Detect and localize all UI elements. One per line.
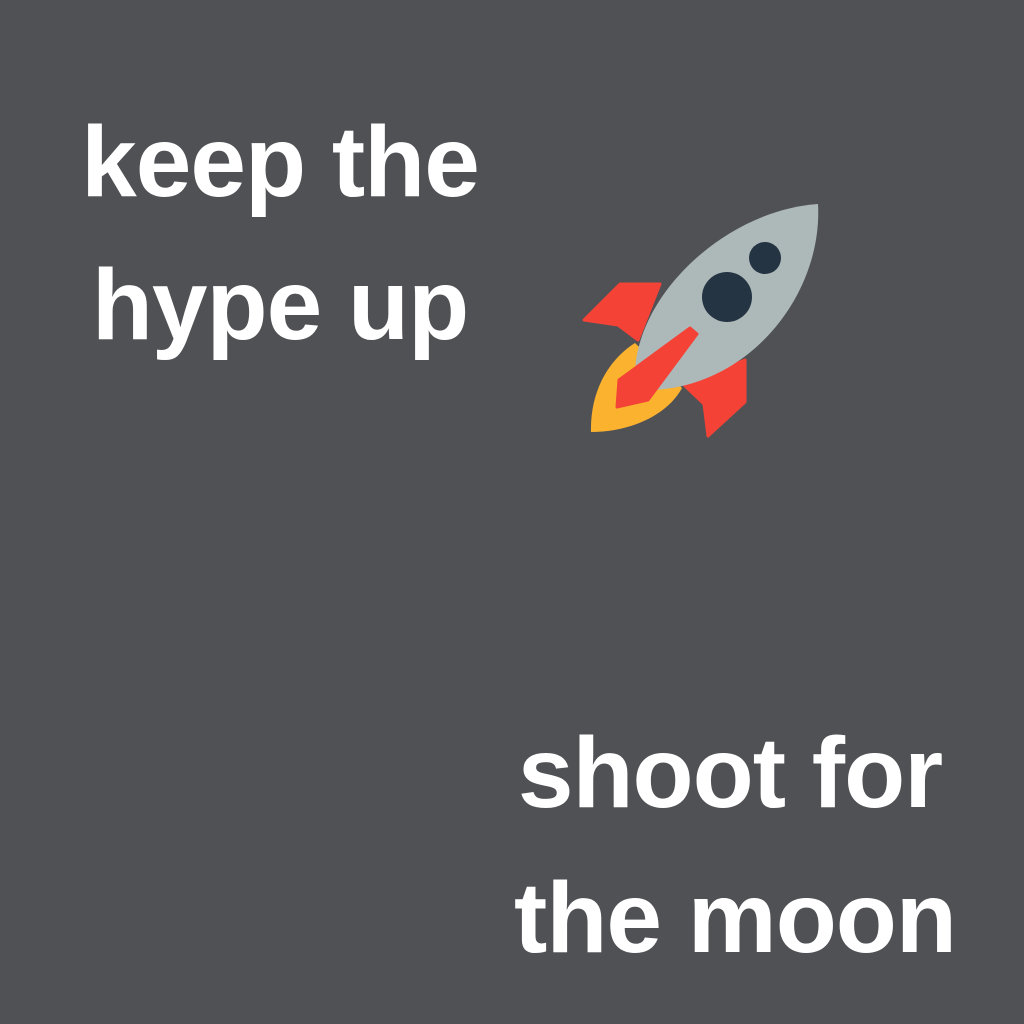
- headline-top-line-1: keep the: [81, 106, 480, 218]
- rocket-window-small: [749, 242, 781, 274]
- rocket-icon: [582, 204, 819, 438]
- rocket-window-large: [702, 272, 752, 322]
- headline-top-line-2: hype up: [91, 249, 469, 361]
- headline-bottom-line-2: the moon: [514, 862, 957, 974]
- headline-bottom-line-1: shoot for: [517, 717, 943, 829]
